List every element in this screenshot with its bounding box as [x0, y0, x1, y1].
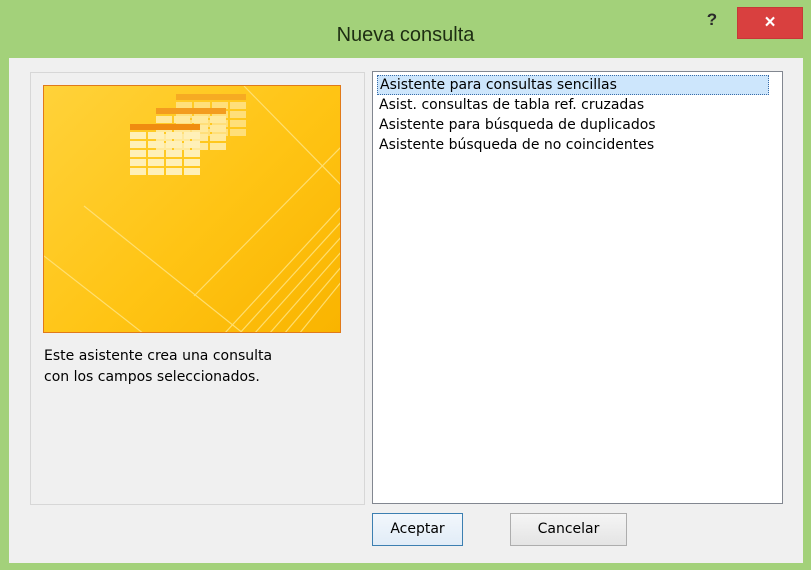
new-query-dialog: Nueva consulta ? × Este asistente crea u…: [0, 0, 811, 570]
dialog-body: Este asistente crea una consulta con los…: [9, 58, 803, 563]
list-item-crosstab-query-wizard[interactable]: Asist. consultas de tabla ref. cruzadas: [377, 95, 769, 115]
wizard-description: Este asistente crea una consulta con los…: [44, 346, 354, 388]
table-grid-icon: [44, 86, 340, 332]
help-button[interactable]: ?: [700, 8, 724, 32]
list-item-simple-query-wizard[interactable]: Asistente para consultas sencillas: [377, 75, 769, 95]
list-item-find-duplicates-wizard[interactable]: Asistente para búsqueda de duplicados: [377, 115, 769, 135]
wizard-preview-image: [43, 85, 341, 333]
close-button[interactable]: ×: [737, 7, 803, 39]
wizard-preview-panel: Este asistente crea una consulta con los…: [30, 72, 365, 505]
dialog-title: Nueva consulta: [336, 24, 475, 46]
cancel-button[interactable]: Cancelar: [510, 513, 627, 546]
wizard-list[interactable]: Asistente para consultas sencillas Asist…: [372, 71, 783, 504]
ok-button[interactable]: Aceptar: [372, 513, 463, 546]
wizard-description-line: con los campos seleccionados.: [44, 369, 260, 385]
list-item-find-unmatched-wizard[interactable]: Asistente búsqueda de no coincidentes: [377, 135, 769, 155]
title-bar[interactable]: Nueva consulta ? ×: [0, 0, 811, 58]
wizard-description-line: Este asistente crea una consulta: [44, 348, 273, 364]
